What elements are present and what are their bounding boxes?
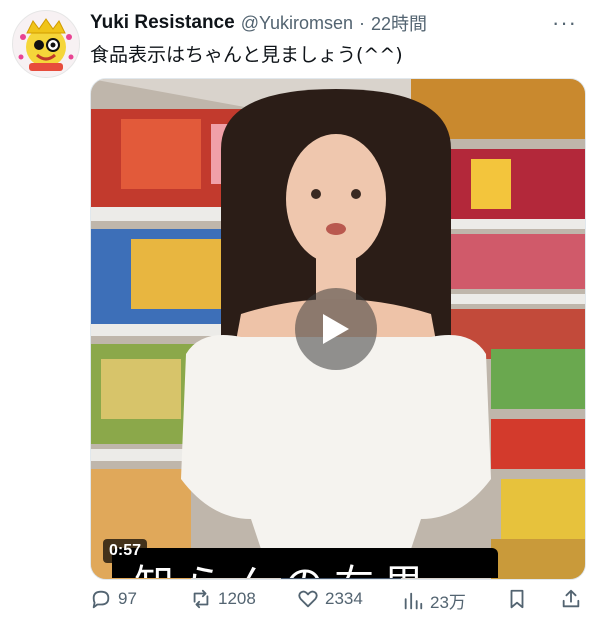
like-count: 2334: [325, 589, 363, 608]
heart-icon: [298, 590, 318, 608]
views-button[interactable]: 23万: [402, 588, 466, 613]
retweet-count: 1208: [218, 589, 256, 608]
caption-text: 知らんの右思: [134, 552, 434, 578]
like-button[interactable]: 2334: [297, 588, 363, 610]
share-button[interactable]: [560, 588, 582, 610]
timestamp[interactable]: 22時間: [371, 10, 427, 36]
reply-count: 97: [118, 589, 137, 608]
tweet-text: 食品表示はちゃんと見ましょう(^^): [90, 44, 403, 66]
bookmark-button[interactable]: [506, 588, 528, 610]
retweet-icon: [193, 589, 209, 609]
tweet-header: Yuki Resistance @Yukiromsen · 22時間 ···: [90, 10, 577, 36]
bookmark-icon: [510, 589, 524, 609]
views-count: 23万: [430, 593, 466, 612]
separator-dot: ·: [359, 12, 366, 33]
author-name[interactable]: Yuki Resistance: [90, 12, 235, 34]
video-caption: 知らんの右思: [112, 548, 498, 578]
share-icon: [562, 589, 580, 608]
play-icon: [323, 314, 349, 344]
reply-button[interactable]: 97: [90, 588, 137, 610]
author-handle[interactable]: @Yukiromsen: [241, 13, 353, 34]
tweet-actions: 97 1208 2334 23万: [90, 588, 584, 618]
reply-icon: [92, 590, 110, 609]
views-icon: [404, 592, 423, 609]
avatar-image: [18, 18, 74, 71]
avatar[interactable]: [12, 10, 80, 78]
retweet-button[interactable]: 1208: [190, 588, 256, 610]
video-duration: 0:57: [103, 539, 148, 563]
more-options-icon[interactable]: ···: [552, 10, 577, 36]
play-button[interactable]: [295, 288, 377, 370]
